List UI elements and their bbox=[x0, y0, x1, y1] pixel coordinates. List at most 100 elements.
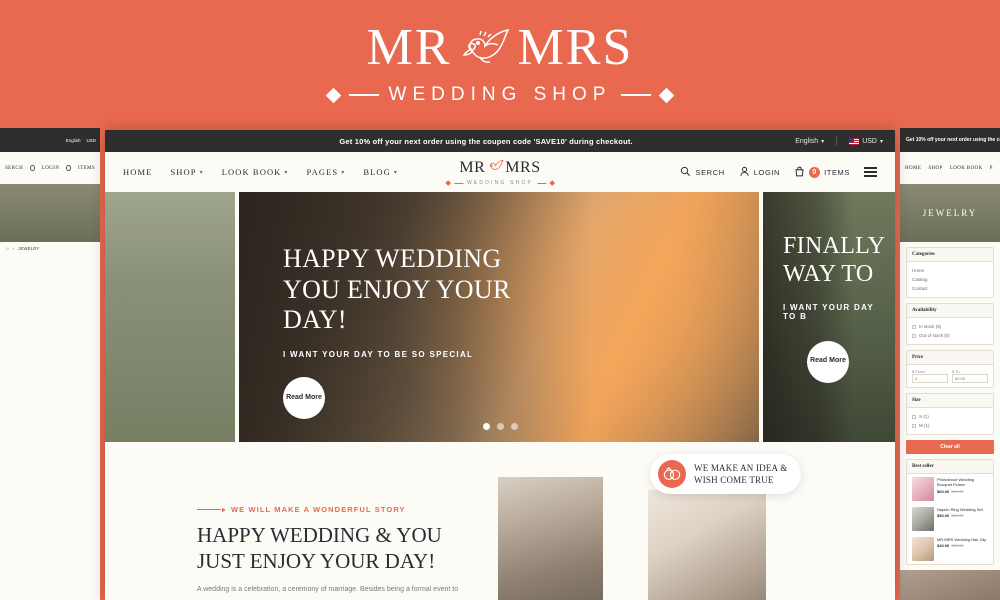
hero-dot-1[interactable] bbox=[482, 423, 490, 430]
bg-left-cart-icon[interactable] bbox=[66, 165, 71, 171]
background-page-right[interactable]: Get 10% off your next order using the co… bbox=[900, 128, 1000, 600]
price-range-inputs[interactable]: $ From 0 $ To 60.00 bbox=[912, 369, 988, 383]
list-item[interactable]: MR.MRS Wedding Hair Clip $40.00 $50.00 bbox=[907, 534, 993, 564]
nav-item-look-book[interactable]: LOOK BOOK ▾ bbox=[222, 167, 289, 177]
bg-left-language[interactable]: English bbox=[66, 138, 81, 143]
filter-card-categories[interactable]: Categories Home Catalog Contact bbox=[906, 247, 994, 298]
nav-item-pages[interactable]: PAGES ▾ bbox=[307, 167, 346, 177]
hero-slide-active[interactable]: HAPPY WEDDING YOU ENJOY YOUR DAY! I WANT… bbox=[239, 192, 759, 442]
checkbox-icon[interactable] bbox=[912, 333, 916, 338]
bg-left-currency[interactable]: USD bbox=[86, 138, 96, 143]
currency-selector[interactable]: USD ▾ bbox=[849, 137, 883, 145]
price-from-field[interactable]: $ From 0 bbox=[912, 369, 948, 383]
bg-right-page-hero: JEWELRY bbox=[900, 184, 1000, 242]
filter-checkbox-row[interactable]: Out of stock (0) bbox=[912, 331, 988, 340]
site-logo-tagline: WEDDING SHOP bbox=[466, 180, 534, 186]
nav-item-blog[interactable]: BLOG ▾ bbox=[363, 167, 398, 177]
filter-option[interactable]: Catalog bbox=[912, 275, 988, 284]
background-page-left[interactable]: English USD SERCH LOGIN ITEMS ⌂ › JEWELR… bbox=[0, 128, 100, 600]
list-item[interactable]: Napkin Ring Wedding Set $50.00 $60.00 bbox=[907, 504, 993, 534]
filter-option[interactable]: Contact bbox=[912, 284, 988, 293]
login-label: LOGIN bbox=[753, 167, 781, 177]
price-to-input[interactable]: 60.00 bbox=[952, 374, 988, 383]
filter-checkbox-row[interactable]: M (1) bbox=[912, 421, 988, 430]
hero-slide-next[interactable]: FINALLY WAY TO I WANT YOUR DAY TO B Read… bbox=[763, 192, 895, 442]
bg-right-nav[interactable]: HOME SHOP LOOK BOOK P bbox=[900, 152, 1000, 184]
filter-checkbox-row[interactable]: S (1) bbox=[912, 412, 988, 421]
bg-right-nav-item-0[interactable]: HOME bbox=[905, 166, 921, 171]
hero-read-more-button[interactable]: Read More bbox=[283, 377, 325, 420]
product-name[interactable]: Photoshoot Wedding Bouquet Flower bbox=[937, 477, 988, 488]
clear-all-button[interactable]: Clear all bbox=[906, 440, 994, 454]
bg-left-breadcrumb-sep: › bbox=[12, 246, 15, 251]
bg-right-promo-photo[interactable]: Happy Wedding Enjoy Life bbox=[900, 570, 1000, 600]
bg-left-breadcrumb-home-icon[interactable]: ⌂ bbox=[6, 246, 9, 251]
hero-slide-previous[interactable] bbox=[105, 192, 235, 442]
login-button[interactable]: LOGIN bbox=[739, 166, 780, 179]
checkbox-icon[interactable] bbox=[912, 414, 916, 419]
hero-read-more-button-next[interactable]: Read More bbox=[807, 340, 849, 383]
bg-left-user-icon[interactable] bbox=[30, 165, 35, 171]
chevron-down-icon: ▾ bbox=[393, 169, 398, 176]
bg-right-nav-item-1[interactable]: SHOP bbox=[928, 166, 942, 171]
price-to-field[interactable]: $ To 60.00 bbox=[952, 369, 988, 383]
bg-right-nav-item-3[interactable]: P bbox=[990, 166, 993, 171]
filter-option[interactable]: Home bbox=[912, 266, 988, 275]
list-item[interactable]: Photoshoot Wedding Bouquet Flower $60.00… bbox=[907, 474, 993, 504]
language-label: English bbox=[795, 137, 819, 145]
bg-left-breadcrumb[interactable]: ⌂ › JEWELRY bbox=[0, 242, 100, 255]
cart-button[interactable]: 0 ITEMS bbox=[794, 166, 850, 179]
checkbox-icon[interactable] bbox=[912, 324, 916, 329]
bg-left-locale-group[interactable]: English USD bbox=[66, 138, 100, 143]
best-seller-card: Best seller Photoshoot Wedding Bouquet F… bbox=[906, 459, 994, 565]
filter-card-price[interactable]: Price $ From 0 $ To 60.00 bbox=[906, 350, 994, 388]
bg-left-login-label[interactable]: LOGIN bbox=[42, 166, 60, 171]
filter-body-availability[interactable]: In stock (6) Out of stock (0) bbox=[907, 318, 993, 344]
eyebrow-arrow-icon bbox=[222, 507, 226, 512]
brand-name-row: MR MRS bbox=[328, 22, 673, 74]
bg-left-search-label[interactable]: SERCH bbox=[5, 166, 23, 171]
main-navigation[interactable]: HOME SHOP ▾ LOOK BOOK ▾ PAGES ▾ BLOG ▾ bbox=[123, 167, 398, 177]
burger-line bbox=[864, 171, 877, 173]
story-photo-dress bbox=[648, 490, 766, 600]
diamond-right-icon bbox=[549, 180, 555, 186]
hero-dot-2[interactable] bbox=[496, 423, 504, 430]
product-price: $50.00 $60.00 bbox=[937, 513, 983, 518]
hero-slider[interactable]: HAPPY WEDDING YOU ENJOY YOUR DAY! I WANT… bbox=[105, 192, 895, 442]
product-meta: Napkin Ring Wedding Set $50.00 $60.00 bbox=[937, 507, 983, 518]
language-selector[interactable]: English ▾ bbox=[795, 138, 824, 145]
filter-body-categories[interactable]: Home Catalog Contact bbox=[907, 262, 993, 297]
filter-checkbox-row[interactable]: In stock (6) bbox=[912, 322, 988, 331]
nav-item-label: SHOP bbox=[170, 167, 197, 177]
checkbox-icon[interactable] bbox=[912, 423, 916, 428]
header-actions[interactable]: SERCH LOGIN 0 ITEMS bbox=[680, 166, 877, 179]
nav-item-label: BLOG bbox=[363, 167, 391, 177]
site-logo[interactable]: MR MRS WEDDING SHOP bbox=[445, 158, 555, 186]
hero-pagination-dots[interactable] bbox=[105, 423, 895, 430]
bg-left-cart-label[interactable]: ITEMS bbox=[78, 166, 95, 171]
filter-card-size[interactable]: Size S (1) M (1) bbox=[906, 393, 994, 435]
search-button[interactable]: SERCH bbox=[680, 166, 724, 179]
product-name[interactable]: Napkin Ring Wedding Set bbox=[937, 507, 983, 512]
product-name[interactable]: MR.MRS Wedding Hair Clip bbox=[937, 537, 987, 542]
filter-body-price[interactable]: $ From 0 $ To 60.00 bbox=[907, 365, 993, 387]
nav-item-home[interactable]: HOME bbox=[123, 167, 152, 177]
hamburger-menu-icon[interactable] bbox=[864, 167, 877, 177]
chevron-down-icon: ▾ bbox=[284, 169, 289, 176]
announcement-locale-group[interactable]: English ▾ USD ▾ bbox=[795, 136, 883, 146]
story-text-block: WE WILL MAKE A WONDERFUL STORY HAPPY WED… bbox=[197, 505, 497, 595]
promise-badge: WE MAKE AN IDEA & WISH COME TRUE bbox=[650, 454, 802, 494]
filter-card-availability[interactable]: Availability In stock (6) Out of stock (… bbox=[906, 303, 994, 345]
hero-dot-3[interactable] bbox=[510, 423, 518, 430]
bg-right-nav-item-2[interactable]: LOOK BOOK bbox=[950, 166, 983, 171]
nav-item-shop[interactable]: SHOP ▾ bbox=[170, 167, 203, 177]
product-price: $60.00 $70.00 bbox=[937, 489, 988, 494]
bg-left-header-actions[interactable]: SERCH LOGIN ITEMS bbox=[0, 152, 100, 184]
diamond-left-icon bbox=[445, 180, 451, 186]
story-title: HAPPY WEDDING & YOU JUST ENJOY YOUR DAY! bbox=[197, 523, 442, 573]
price-from-input[interactable]: 0 bbox=[912, 374, 948, 383]
bg-left-breadcrumb-label[interactable]: JEWELRY bbox=[18, 246, 39, 251]
diamond-left-icon bbox=[325, 87, 341, 103]
filter-body-size[interactable]: S (1) M (1) bbox=[907, 408, 993, 434]
hero-slide-next-content: FINALLY WAY TO I WANT YOUR DAY TO B Read… bbox=[783, 232, 885, 383]
